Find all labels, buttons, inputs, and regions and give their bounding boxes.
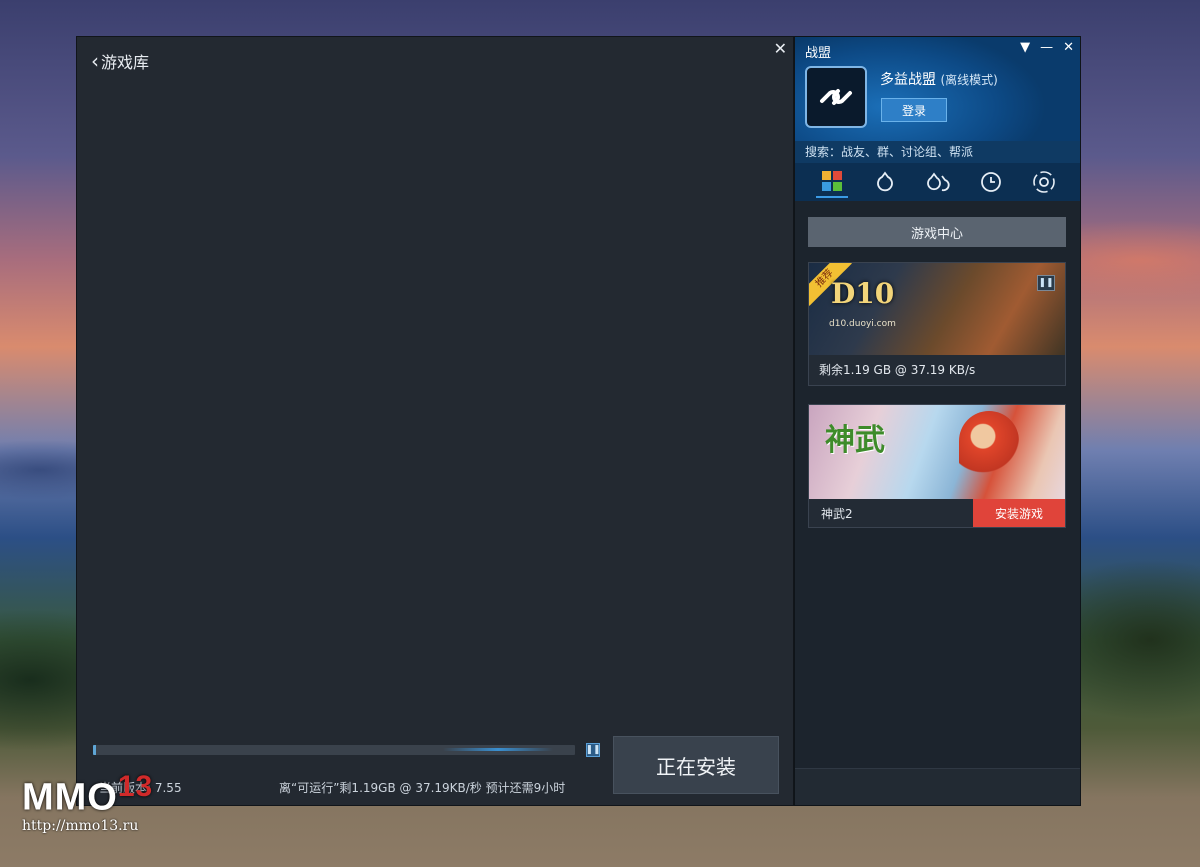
search-input[interactable]: 搜索：战友、群、讨论组、帮派 bbox=[795, 141, 1080, 163]
spiral-icon bbox=[1032, 171, 1055, 193]
pause-icon: ❚❚ bbox=[585, 745, 601, 755]
window-controls: ▼ — ✕ bbox=[1020, 40, 1074, 55]
panel-footer bbox=[795, 768, 1080, 805]
alliance-panel: 战盟 ▼ — ✕ 多益战盟 (离线模式) 登录 搜索：战友、群、讨论组、帮派 游… bbox=[794, 36, 1081, 806]
contacts-icon bbox=[876, 171, 893, 192]
avatar[interactable] bbox=[805, 66, 867, 128]
panel-body: 游戏中心 推荐 D10 d10.duoyi.com ❚❚ 剩余1.19 GB @… bbox=[795, 201, 1080, 769]
close-icon: ✕ bbox=[773, 39, 787, 58]
close-button[interactable]: ✕ bbox=[774, 39, 787, 58]
watermark-number: 13 bbox=[117, 770, 154, 803]
broken-link-icon bbox=[820, 89, 852, 105]
game-library-window: ‹ 游戏库 ✕ ❚❚ 正在安装 当前版本: 7.55 离“可运行”剩1.19GB… bbox=[76, 36, 794, 806]
download-status-text: 离“可运行”剩1.19GB @ 37.19KB/秒 预计还需9小时 bbox=[279, 781, 566, 795]
watermark-brand-text: MMO bbox=[22, 776, 118, 819]
download-progress-bar bbox=[93, 745, 575, 755]
tab-groups[interactable] bbox=[922, 166, 954, 198]
pause-download-button[interactable]: ❚❚ bbox=[585, 743, 601, 757]
tab-games[interactable] bbox=[815, 166, 848, 198]
watermark: MMO13 http://mmo13.ru bbox=[22, 770, 153, 834]
profile-mode: (离线模式) bbox=[940, 73, 998, 87]
back-label: 游戏库 bbox=[101, 53, 150, 72]
watermark-url: http://mmo13.ru bbox=[22, 817, 139, 834]
back-button[interactable]: ‹ 游戏库 bbox=[91, 49, 149, 73]
chevron-left-icon: ‹ bbox=[91, 49, 99, 73]
game-card-d10[interactable]: 推荐 D10 d10.duoyi.com ❚❚ 剩余1.19 GB @ 37.1… bbox=[808, 262, 1066, 386]
game-card-shenwu2[interactable]: 神武 神武2 安装游戏 bbox=[808, 404, 1066, 528]
panel-title: 战盟 bbox=[805, 46, 832, 61]
panel-tabs bbox=[795, 163, 1080, 201]
game-name: 神武2 bbox=[821, 507, 853, 521]
download-remaining-text: 剩余1.19 GB @ 37.19 KB/s bbox=[819, 363, 976, 377]
watermark-brand: MMO13 bbox=[22, 770, 153, 820]
game-banner-shenwu2: 神武 bbox=[809, 405, 1065, 499]
profile-name: 多益战盟 (离线模式) bbox=[880, 69, 998, 89]
d10-logo: D10 bbox=[831, 277, 895, 310]
login-button[interactable]: 登录 bbox=[881, 98, 947, 122]
install-game-button[interactable]: 安装游戏 bbox=[973, 499, 1065, 527]
close-icon[interactable]: ✕ bbox=[1063, 40, 1074, 55]
tab-spiral[interactable] bbox=[1028, 166, 1060, 198]
tab-history[interactable] bbox=[975, 166, 1007, 198]
groups-icon bbox=[926, 172, 950, 192]
hero-illustration bbox=[959, 411, 1019, 483]
minimize-icon[interactable]: — bbox=[1040, 40, 1053, 55]
games-icon bbox=[821, 171, 842, 191]
pause-icon: ❚❚ bbox=[1038, 278, 1054, 288]
dropdown-icon[interactable]: ▼ bbox=[1020, 40, 1030, 55]
shenwu-logo: 神武 bbox=[825, 423, 885, 458]
clock-icon bbox=[980, 172, 1001, 192]
game-center-button[interactable]: 游戏中心 bbox=[808, 217, 1066, 247]
pause-button[interactable]: ❚❚ bbox=[1037, 275, 1055, 291]
installing-button[interactable]: 正在安装 bbox=[613, 736, 779, 794]
progress-fill bbox=[93, 745, 96, 755]
progress-glow bbox=[443, 748, 553, 751]
game-banner-d10: 推荐 D10 d10.duoyi.com ❚❚ bbox=[809, 263, 1065, 355]
profile-header: 战盟 ▼ — ✕ 多益战盟 (离线模式) 登录 bbox=[795, 37, 1080, 141]
d10-url: d10.duoyi.com bbox=[829, 319, 896, 329]
tab-contacts[interactable] bbox=[869, 166, 901, 198]
profile-name-text: 多益战盟 bbox=[880, 72, 936, 88]
